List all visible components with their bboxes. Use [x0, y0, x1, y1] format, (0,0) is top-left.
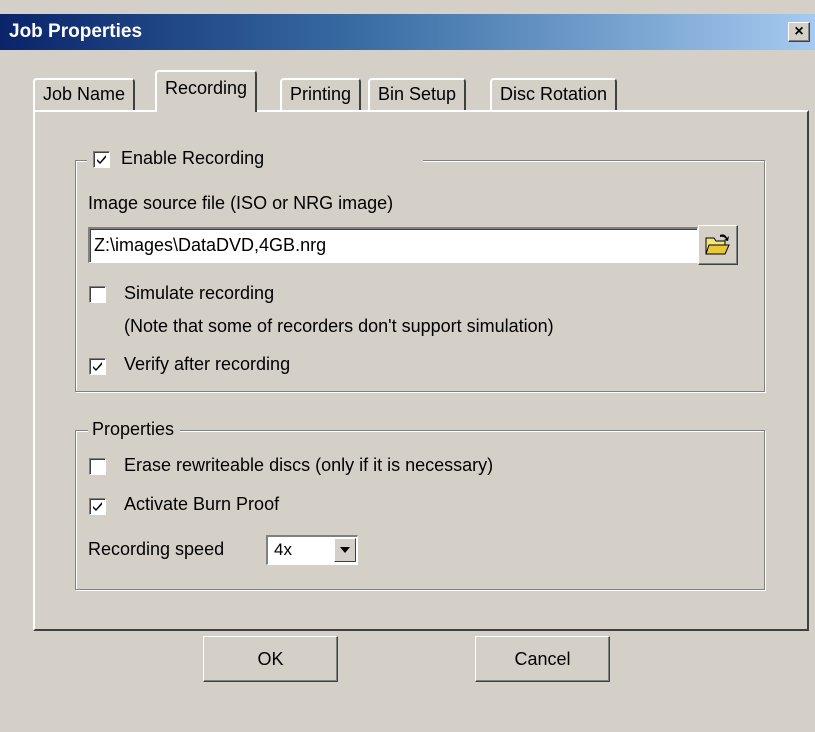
tab-label: Recording: [165, 78, 248, 98]
tab-bin-setup[interactable]: Bin Setup: [368, 78, 467, 110]
erase-rewriteable-label: Erase rewriteable discs (only if it is n…: [124, 455, 494, 475]
simulate-note: (Note that some of recorders don't suppo…: [124, 316, 554, 336]
tab-label: Disc Rotation: [500, 84, 608, 104]
window-title: Job Properties: [9, 21, 143, 42]
browse-button[interactable]: [698, 225, 738, 265]
checkmark-icon: [93, 502, 102, 511]
image-source-input[interactable]: Z:\images\DataDVD,4GB.nrg: [88, 227, 698, 263]
chevron-down-icon: [340, 547, 350, 553]
close-button[interactable]: ×: [788, 22, 810, 42]
cancel-button-label: Cancel: [514, 649, 571, 669]
verify-after-recording-checkbox[interactable]: [89, 358, 106, 375]
close-icon: ×: [794, 23, 804, 40]
title-bar[interactable]: Job Properties ×: [0, 14, 815, 50]
recording-speed-select[interactable]: 4x: [266, 535, 358, 565]
erase-rewriteable-checkbox[interactable]: [89, 458, 106, 475]
enable-recording-label: Enable Recording: [121, 148, 265, 168]
cancel-button[interactable]: Cancel: [475, 636, 610, 682]
tab-disc-rotation[interactable]: Disc Rotation: [490, 78, 618, 110]
burn-proof-checkbox[interactable]: [89, 498, 106, 515]
enable-recording-legend: Enable Recording: [87, 147, 424, 173]
tab-printing[interactable]: Printing: [280, 78, 362, 110]
dropdown-button[interactable]: [334, 538, 356, 562]
recording-speed-value: 4x: [274, 540, 292, 559]
tab-job-name[interactable]: Job Name: [33, 78, 136, 110]
folder-open-icon: [705, 234, 730, 255]
tab-recording[interactable]: Recording: [155, 70, 258, 112]
image-source-label: Image source file (ISO or NRG image): [88, 193, 394, 213]
checkmark-icon: [97, 155, 106, 164]
tab-label: Job Name: [43, 84, 126, 104]
tab-label: Bin Setup: [378, 84, 457, 104]
job-properties-dialog: Job Properties × Job Name Recording Prin…: [0, 0, 815, 732]
enable-recording-checkbox[interactable]: [93, 151, 110, 168]
ok-button-label: OK: [257, 649, 284, 669]
tab-label: Printing: [290, 84, 352, 104]
simulate-recording-checkbox[interactable]: [89, 286, 106, 303]
image-source-value: Z:\images\DataDVD,4GB.nrg: [94, 235, 327, 255]
recording-speed-label: Recording speed: [88, 539, 225, 559]
ok-button[interactable]: OK: [203, 636, 338, 682]
checkmark-icon: [93, 362, 102, 371]
simulate-recording-label: Simulate recording: [124, 283, 275, 303]
properties-legend: Properties: [88, 419, 181, 440]
burn-proof-label: Activate Burn Proof: [124, 494, 280, 514]
verify-after-recording-label: Verify after recording: [124, 354, 291, 374]
